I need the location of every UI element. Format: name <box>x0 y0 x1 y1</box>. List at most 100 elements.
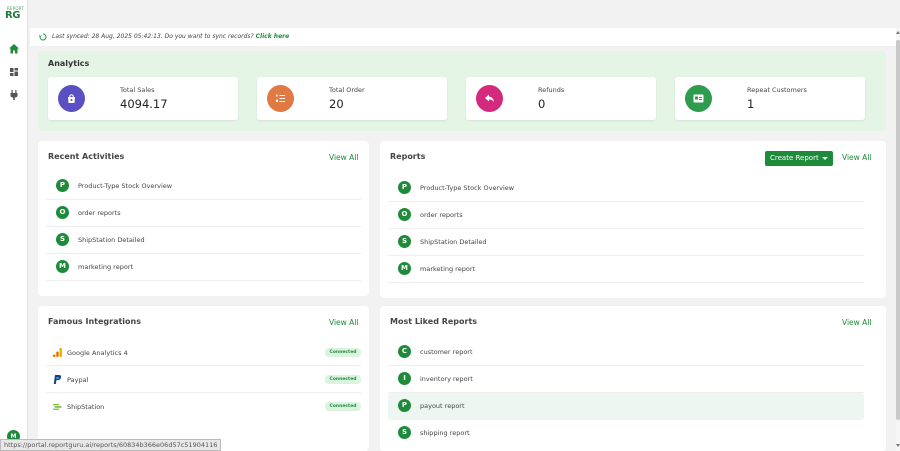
list-numbered-icon <box>276 94 285 102</box>
home-icon[interactable] <box>8 43 20 55</box>
integration-row[interactable]: ShipStation Connected <box>46 393 361 420</box>
sidebar: REPORT RG M <box>0 0 28 451</box>
stat-label: Total Sales <box>120 86 155 94</box>
plug-icon[interactable] <box>8 89 20 101</box>
item-label: Product-Type Stock Overview <box>78 182 173 190</box>
item-label: marketing report <box>78 263 134 271</box>
integration-name: Google Analytics 4 <box>67 349 128 357</box>
refunds-badge <box>476 85 503 112</box>
panel-title: Most Liked Reports <box>390 317 478 326</box>
item-initial: M <box>56 260 69 273</box>
integrations-panel: Famous Integrations View All Google Anal… <box>38 306 369 451</box>
scrollbar-thumb[interactable] <box>896 40 900 420</box>
main-content: Last synced: 28 Aug, 2025 05:42:13. Do y… <box>30 0 900 451</box>
item-label: Product-Type Stock Overview <box>420 184 515 192</box>
dashboard-icon[interactable] <box>8 66 20 78</box>
analytics-section: Analytics Total Sales 4094.17 Total Orde… <box>38 51 886 131</box>
item-label: payout report <box>420 402 465 410</box>
recent-activities-panel: Recent Activities View All P Product-Typ… <box>38 141 369 296</box>
total-sales-badge <box>58 85 85 112</box>
shipstation-icon <box>53 404 62 410</box>
reports-panel: Reports Create Report View All P Product… <box>380 141 886 298</box>
list-item[interactable]: S shipping report <box>388 420 864 447</box>
paypal-icon <box>53 375 62 384</box>
view-all-link[interactable]: View All <box>842 318 871 327</box>
caret-down-icon <box>822 157 828 160</box>
item-label: marketing report <box>420 265 476 273</box>
stat-value: 1 <box>747 97 755 111</box>
view-all-link[interactable]: View All <box>329 153 358 162</box>
panel-title: Recent Activities <box>48 152 125 161</box>
connected-badge: Connected <box>325 402 361 411</box>
stat-card-total-order: Total Order 20 <box>257 77 447 120</box>
status-url-tooltip: https://portal.reportguru.ai/reports/608… <box>0 439 222 451</box>
item-initial: P <box>398 181 411 194</box>
integration-row[interactable]: Google Analytics 4 Connected <box>46 339 361 366</box>
item-label: order reports <box>420 211 463 219</box>
sync-link[interactable]: Click here <box>256 33 290 40</box>
id-card-icon <box>693 94 704 103</box>
item-initial: O <box>56 206 69 219</box>
connected-badge: Connected <box>325 348 361 357</box>
item-label: order reports <box>78 209 121 217</box>
item-initial: S <box>398 235 411 248</box>
item-label: ShipStation Detailed <box>78 236 145 244</box>
list-item[interactable]: P Product-Type Stock Overview <box>388 175 864 202</box>
reply-arrow-icon <box>485 94 494 102</box>
sync-status-text: Last synced: 28 Aug, 2025 05:42:13. Do y… <box>52 33 254 40</box>
panel-title: Famous Integrations <box>48 317 141 326</box>
item-initial: S <box>56 233 69 246</box>
stat-value: 0 <box>538 97 546 111</box>
sync-bar: Last synced: 28 Aug, 2025 05:42:13. Do y… <box>30 28 900 46</box>
item-initial: I <box>398 372 411 385</box>
item-initial: P <box>398 399 411 412</box>
logo-text: RG <box>5 10 20 21</box>
stat-label: Repeat Customers <box>747 86 807 94</box>
item-initial: C <box>398 345 411 358</box>
stat-card-repeat-customers: Repeat Customers 1 <box>675 77 865 120</box>
view-all-link[interactable]: View All <box>329 318 358 327</box>
app-logo[interactable]: REPORT RG <box>4 6 24 22</box>
item-label: ShipStation Detailed <box>420 238 487 246</box>
stat-card-refunds: Refunds 0 <box>466 77 656 120</box>
item-initial: O <box>398 208 411 221</box>
integration-name: ShipStation <box>67 403 105 411</box>
sync-status: Last synced: 28 Aug, 2025 05:42:13. Do y… <box>52 33 289 40</box>
list-item[interactable]: O order reports <box>46 200 361 227</box>
list-item[interactable]: M marketing report <box>388 256 864 283</box>
repeat-customers-badge <box>685 85 712 112</box>
item-label: customer report <box>420 348 473 356</box>
scroll-down-arrow-icon[interactable] <box>896 444 900 447</box>
list-item[interactable]: O order reports <box>388 202 864 229</box>
list-item[interactable]: S ShipStation Detailed <box>46 227 361 254</box>
list-item[interactable]: M marketing report <box>46 254 361 281</box>
create-report-button[interactable]: Create Report <box>765 151 833 166</box>
shopping-bag-icon <box>68 94 75 103</box>
analytics-title: Analytics <box>48 59 90 68</box>
list-item[interactable]: S ShipStation Detailed <box>388 229 864 256</box>
item-label: shipping report <box>420 429 470 437</box>
integration-name: Paypal <box>67 376 89 384</box>
list-item[interactable]: P payout report <box>388 393 864 420</box>
google-analytics-icon <box>52 348 62 358</box>
integration-row[interactable]: Paypal Connected <box>46 366 361 393</box>
list-item[interactable]: P Product-Type Stock Overview <box>46 173 361 200</box>
list-item[interactable]: C customer report <box>388 339 864 366</box>
stat-value: 4094.17 <box>120 97 168 111</box>
vertical-scrollbar[interactable] <box>896 28 900 451</box>
stat-card-total-sales: Total Sales 4094.17 <box>48 77 238 120</box>
sync-icon[interactable] <box>39 33 47 41</box>
item-label: inventory report <box>420 375 473 383</box>
stat-label: Refunds <box>538 86 565 94</box>
stat-label: Total Order <box>329 86 365 94</box>
scroll-up-arrow-icon[interactable] <box>896 31 900 34</box>
item-initial: S <box>398 426 411 439</box>
list-item[interactable]: I inventory report <box>388 366 864 393</box>
view-all-link[interactable]: View All <box>842 153 871 162</box>
most-liked-panel: Most Liked Reports View All C customer r… <box>380 306 886 451</box>
panel-title: Reports <box>390 152 426 161</box>
item-initial: M <box>398 262 411 275</box>
item-initial: P <box>56 179 69 192</box>
total-order-badge <box>267 85 294 112</box>
create-report-label: Create Report <box>770 154 819 162</box>
